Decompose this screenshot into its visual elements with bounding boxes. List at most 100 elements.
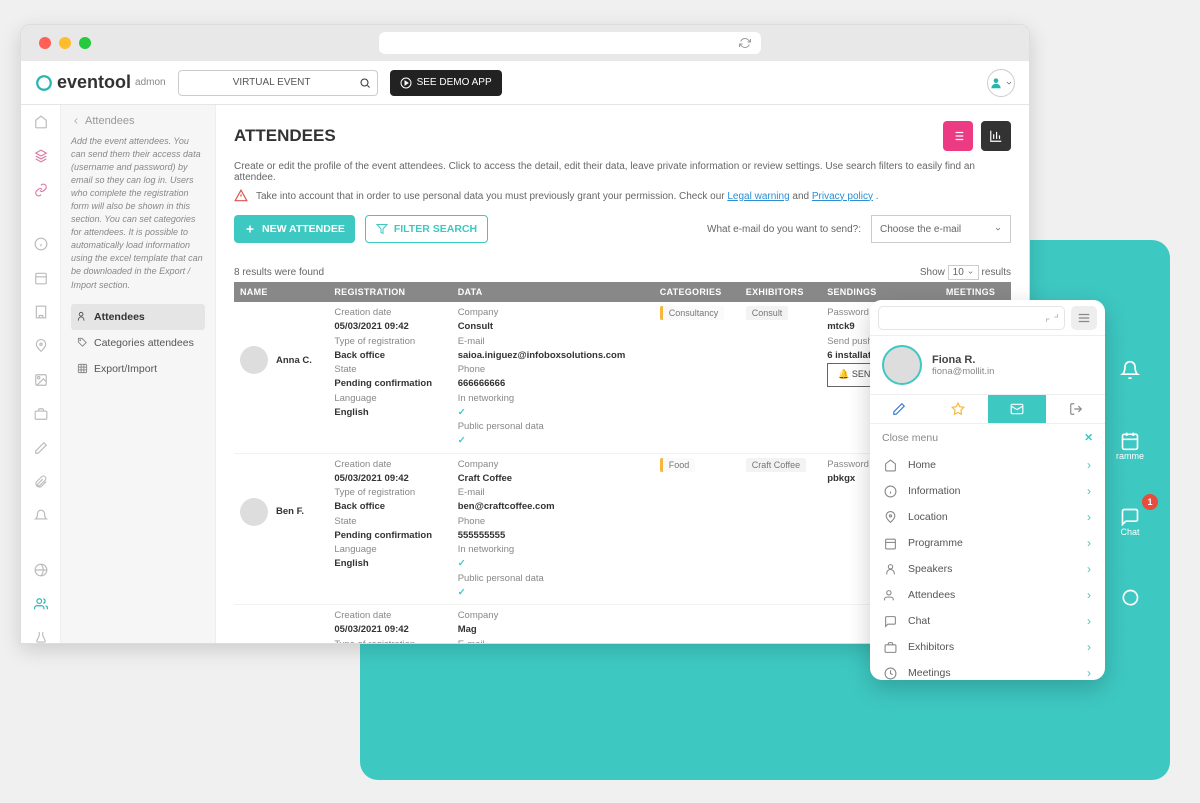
tab-favorite[interactable]	[929, 395, 988, 423]
rail-layers-icon[interactable]	[32, 149, 50, 163]
tab-mail[interactable]	[988, 395, 1047, 423]
mobile-menu-item[interactable]: Speakers›	[870, 556, 1105, 582]
user-menu-button[interactable]	[987, 69, 1015, 97]
quick-action-bubbles: ramme Chat 1	[1102, 342, 1158, 626]
rail-info-icon[interactable]	[32, 237, 50, 251]
menu-label: Location	[908, 511, 948, 523]
rail-location-icon[interactable]	[32, 339, 50, 353]
menu-icon	[884, 589, 898, 602]
mobile-preview: Fiona R. fiona@mollit.in Close menu ✕ Ho…	[870, 300, 1105, 680]
brand-logo[interactable]: eventool admon	[35, 72, 166, 93]
menu-label: Exhibitors	[908, 641, 954, 653]
mobile-menu-item[interactable]: Information›	[870, 478, 1105, 504]
search-icon	[359, 77, 371, 89]
rail-calendar-icon[interactable]	[32, 271, 50, 285]
traffic-max[interactable]	[79, 37, 91, 49]
menu-icon	[884, 615, 898, 628]
menu-label: Meetings	[908, 667, 951, 679]
menu-icon	[884, 641, 898, 654]
legal-link[interactable]: Legal warning	[727, 191, 789, 202]
warn-post: .	[876, 191, 879, 202]
mobile-menu-item[interactable]: Meetings ›	[870, 660, 1105, 680]
col-send[interactable]: SENDINGS	[821, 282, 940, 302]
privacy-link[interactable]: Privacy policy	[812, 191, 873, 202]
select-value: Choose the e-mail	[880, 224, 961, 235]
rail-trial-icon[interactable]	[32, 631, 50, 643]
rail-image-icon[interactable]	[32, 373, 50, 387]
mobile-menu-item[interactable]: Programme ›	[870, 530, 1105, 556]
mobile-menu-item[interactable]: Location›	[870, 504, 1105, 530]
per-page-select[interactable]: 10	[948, 265, 979, 280]
rail-home-icon[interactable]	[32, 115, 50, 129]
mobile-hamburger[interactable]	[1071, 306, 1097, 330]
menu-icon	[884, 537, 898, 550]
rail-pencil-icon[interactable]	[32, 441, 50, 455]
mobile-search[interactable]	[878, 306, 1065, 330]
menu-icon	[884, 511, 898, 524]
new-attendee-button[interactable]: NEW ATTENDEE	[234, 215, 355, 243]
rail-attach-icon[interactable]	[32, 475, 50, 489]
sidenav-label: Categories attendees	[94, 337, 194, 349]
col-cat[interactable]: CATEGORIES	[654, 282, 740, 302]
rail-briefcase-icon[interactable]	[32, 407, 50, 421]
sidenav-categories[interactable]: Categories attendees	[71, 330, 205, 356]
bubble-more[interactable]	[1102, 570, 1158, 626]
menu-label: Chat	[908, 615, 930, 627]
filter-search-button[interactable]: FILTER SEARCH	[365, 215, 488, 243]
bubble-programme[interactable]: ramme	[1102, 418, 1158, 474]
rail-bell-icon[interactable]	[32, 509, 50, 523]
mobile-avatar[interactable]	[882, 345, 922, 385]
menu-icon	[884, 667, 898, 680]
sidenav-export[interactable]: Export/Import	[71, 356, 205, 382]
rail-globe-icon[interactable]	[32, 563, 50, 577]
sidenav-label: Export/Import	[94, 363, 157, 375]
mobile-user-hero: Fiona R. fiona@mollit.in	[870, 336, 1105, 394]
rail-users-icon[interactable]	[32, 597, 50, 611]
event-search-input[interactable]: VIRTUAL EVENT	[178, 70, 378, 96]
rail-link-icon[interactable]	[32, 183, 50, 197]
help-text: Add the event attendees. You can send th…	[71, 135, 205, 292]
chevron-right-icon: ›	[1087, 666, 1091, 680]
chevron-right-icon: ›	[1087, 640, 1091, 654]
chevron-right-icon: ›	[1087, 458, 1091, 472]
url-bar[interactable]	[379, 32, 761, 54]
email-select[interactable]: Choose the e-mail	[871, 215, 1011, 243]
bubble-chat[interactable]: Chat 1	[1102, 494, 1158, 550]
see-demo-button[interactable]: SEE DEMO APP	[390, 70, 502, 96]
view-chart-button[interactable]	[981, 121, 1011, 151]
tab-logout[interactable]	[1046, 395, 1105, 423]
traffic-min[interactable]	[59, 37, 71, 49]
sidenav-attendees[interactable]: Attendees	[71, 304, 205, 330]
show-label: Show	[920, 267, 945, 278]
bubble-bell[interactable]	[1102, 342, 1158, 398]
menu-label: Programme	[908, 537, 963, 549]
col-reg[interactable]: REGISTRATION	[328, 282, 451, 302]
chevron-right-icon: ›	[1087, 536, 1091, 550]
mobile-menu: Home›Information›Location›Programme›Spea…	[870, 452, 1105, 680]
sidenav-label: Attendees	[94, 311, 145, 323]
view-tree-button[interactable]	[943, 121, 973, 151]
results-label: results	[982, 267, 1011, 278]
mobile-menu-item[interactable]: Exhibitors ›	[870, 634, 1105, 660]
mobile-close-row[interactable]: Close menu ✕	[870, 424, 1105, 452]
col-data[interactable]: DATA	[452, 282, 654, 302]
notification-badge: 1	[1142, 494, 1158, 510]
side-panel: Attendees Add the event attendees. You c…	[61, 105, 216, 643]
warn-and: and	[792, 191, 811, 202]
col-name[interactable]: NAME	[234, 282, 328, 302]
mobile-menu-item[interactable]: Chat›	[870, 608, 1105, 634]
breadcrumb[interactable]: Attendees	[71, 115, 205, 127]
attendee-name: Anna C.	[276, 355, 312, 366]
traffic-close[interactable]	[39, 37, 51, 49]
mobile-menu-item[interactable]: Home›	[870, 452, 1105, 478]
close-icon[interactable]: ✕	[1084, 432, 1093, 444]
col-meet[interactable]: MEETINGS	[940, 282, 1011, 302]
per-page-value: 10	[953, 267, 964, 278]
rail-building-icon[interactable]	[32, 305, 50, 319]
tab-edit[interactable]	[870, 395, 929, 423]
avatar	[240, 346, 268, 374]
col-exh[interactable]: EXHIBITORS	[740, 282, 821, 302]
mobile-menu-item[interactable]: Attendees›	[870, 582, 1105, 608]
app-topbar: eventool admon VIRTUAL EVENT SEE DEMO AP…	[21, 61, 1029, 105]
warn-text: Take into account that in order to use p…	[256, 191, 727, 202]
